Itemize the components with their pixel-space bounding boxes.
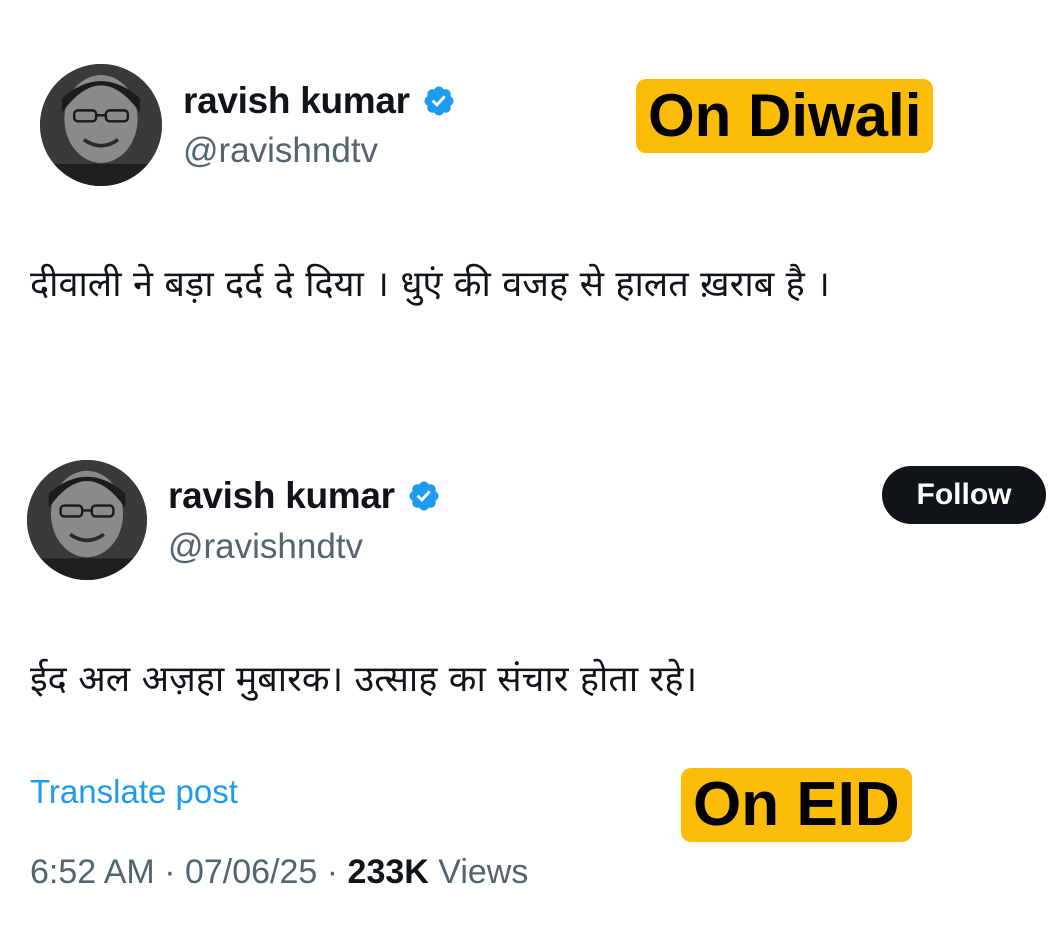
translate-post-link[interactable]: Translate post — [30, 773, 238, 811]
label-on-eid: On EID — [681, 768, 912, 842]
post-text: ईद अल अज़हा मुबारक। उत्साह का संचार होता… — [30, 659, 698, 700]
views-label: Views — [428, 853, 529, 891]
author-display-name[interactable]: ravish kumar — [183, 80, 410, 122]
verified-badge-icon — [409, 481, 439, 511]
label-on-diwali: On Diwali — [636, 79, 934, 153]
author-name-row: ravish kumar — [183, 80, 456, 122]
post-diwali: ravish kumar @ravishndtv On Diwali दीवाल… — [0, 0, 1059, 420]
avatar[interactable] — [40, 64, 162, 186]
meta-separator: · — [154, 853, 185, 891]
author-name-row: ravish kumar — [168, 475, 441, 517]
follow-button[interactable]: Follow — [882, 466, 1046, 524]
author-handle[interactable]: @ravishndtv — [183, 131, 378, 171]
verified-badge-icon — [424, 86, 454, 116]
post-eid: ravish kumar @ravishndtv Follow ईद अल अज… — [0, 450, 1059, 928]
meta-separator: · — [317, 853, 348, 891]
post-meta: 6:52 AM · 07/06/25 · 233K Views — [30, 853, 528, 892]
post-date[interactable]: 07/06/25 — [185, 853, 317, 891]
avatar-photo — [27, 460, 147, 580]
post-text: दीवाली ने बड़ा दर्द दे दिया । धुएं की वज… — [30, 264, 830, 305]
post-time[interactable]: 6:52 AM — [30, 853, 155, 891]
avatar[interactable] — [27, 460, 147, 580]
avatar-photo — [40, 64, 162, 186]
author-handle[interactable]: @ravishndtv — [168, 527, 363, 567]
author-display-name[interactable]: ravish kumar — [168, 475, 395, 517]
views-count[interactable]: 233K — [348, 853, 429, 891]
